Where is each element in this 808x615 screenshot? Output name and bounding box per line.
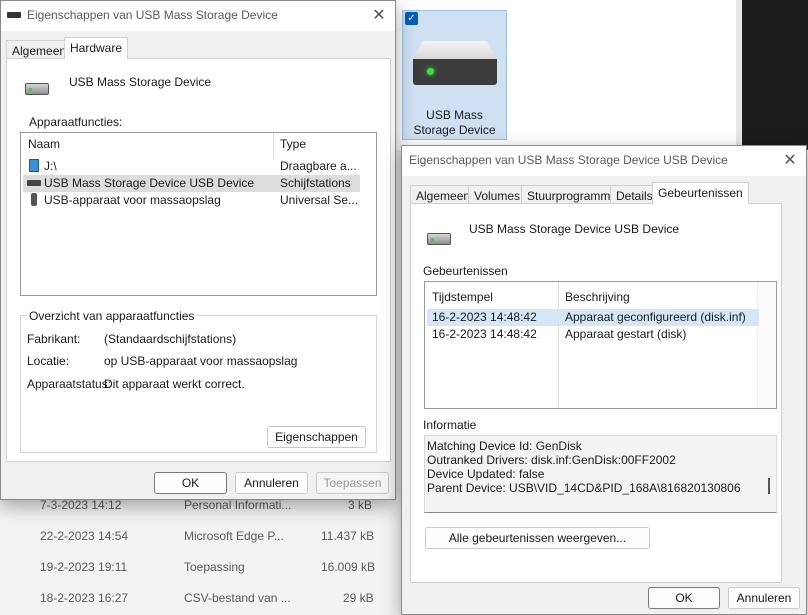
file-type: Toepassing [184,560,245,574]
file-date: 19-2-2023 19:11 [40,560,128,574]
file-row[interactable]: 19-2-2023 19:11 Toepassing 16.009 kB [0,552,396,582]
title-bar[interactable]: Eigenschappen van USB Mass Storage Devic… [402,146,806,176]
event-description: Apparaat gestart (disk) [565,327,687,341]
device-name: USB Mass Storage Device USB Device [469,222,680,236]
properties-dialog-usb-device: Eigenschappen van USB Mass Storage Devic… [401,145,807,615]
info-scrollbar-thumb[interactable] [768,478,770,494]
properties-button[interactable]: Eigenschappen [267,426,366,448]
event-row-selected[interactable]: 16-2-2023 14:48:42 Apparaat geconfiguree… [427,309,759,326]
functions-list[interactable]: Naam Type J:\ Draagbare a... USB Mass St… [20,132,377,296]
row-name: J:\ [44,159,57,173]
status-value: Dit apparaat werkt correct. [104,377,245,391]
event-row[interactable]: 16-2-2023 14:48:42 Apparaat gestart (dis… [427,326,759,343]
list-item[interactable]: USB-apparaat voor massaopslag Universal … [23,192,360,209]
location-label: Locatie: [27,354,70,368]
events-label: Gebeurtenissen [423,264,508,278]
device-icon [7,12,21,18]
window-title: Eigenschappen van USB Mass Storage Devic… [409,153,728,167]
info-line: Parent Device: USB\VID_14CD&PID_168A\816… [427,481,741,495]
cancel-button[interactable]: Annuleren [235,472,308,494]
file-row[interactable]: 18-2-2023 16:27 CSV-bestand van ... 29 k… [0,583,396,613]
usb-icon [31,193,37,206]
tab-hardware[interactable]: Hardware [64,37,129,59]
tab-page-events: USB Mass Storage Device USB Device Gebeu… [410,203,782,583]
drive-icon [413,41,497,85]
info-line: Device Updated: false [427,467,545,481]
show-all-events-button[interactable]: Alle gebeurtenissen weergeven... [425,527,650,549]
information-textbox[interactable]: Matching Device Id: GenDisk Outranked Dr… [424,435,777,513]
close-icon[interactable]: ✕ [369,6,389,26]
tab-page-hardware: USB Mass Storage Device Apparaatfuncties… [6,58,391,462]
information-label: Informatie [423,418,477,432]
close-icon[interactable]: ✕ [780,151,800,171]
cancel-button[interactable]: Annuleren [728,587,800,609]
tile-label: USB Mass Storage Device [413,108,496,137]
column-header-description[interactable]: Beschrijving [565,290,630,304]
row-type: Draagbare a... [280,159,357,173]
row-type: Universal Se... [280,193,359,207]
column-header-time[interactable]: Tijdstempel [432,290,493,304]
ok-button[interactable]: OK [648,587,720,609]
file-size: 16.009 kB [321,560,376,574]
tab-stuurprogramma[interactable]: Stuurprogramma [521,185,624,205]
row-type: Schijfstations [280,176,351,190]
drive-letter-icon [29,159,39,172]
disk-drive-icon [27,180,41,186]
file-type: Personal Informati... [184,498,292,512]
file-type: Microsoft Edge P... [184,529,284,543]
file-type: CSV-bestand van ... [184,591,291,605]
events-scrollbar[interactable] [757,282,776,408]
tab-gebeurtenissen[interactable]: Gebeurtenissen [652,182,749,204]
tab-volumes[interactable]: Volumes [468,185,527,205]
event-description: Apparaat geconfigureerd (disk.inf) [565,310,746,324]
apply-button[interactable]: Toepassen [316,472,389,494]
overview-label: Overzicht van apparaatfuncties [27,309,197,323]
storage-device-icon [25,83,49,95]
status-label: Apparaatstatus: [27,377,112,391]
functions-label: Apparaatfuncties: [29,115,123,129]
info-line: Outranked Drivers: disk.inf:GenDisk:00FF… [427,453,676,467]
tab-algemeen[interactable]: Algemeen [6,40,73,60]
file-row[interactable]: 22-2-2023 14:54 Microsoft Edge P... 11.4… [0,521,396,551]
column-divider[interactable] [273,133,274,158]
column-divider[interactable] [558,282,559,408]
file-date: 22-2-2023 14:54 [40,529,129,543]
file-size: 29 kB [343,591,374,605]
ok-button[interactable]: OK [154,472,227,494]
file-size: 3 kB [348,498,373,512]
location-value: op USB-apparaat voor massaopslag [104,354,298,368]
storage-device-icon [427,233,451,245]
file-date: 18-2-2023 16:27 [40,591,129,605]
events-list[interactable]: Tijdstempel Beschrijving 16-2-2023 14:48… [424,281,777,409]
column-header-name[interactable]: Naam [28,137,60,151]
list-item[interactable]: J:\ Draagbare a... [23,158,360,175]
file-date: 7-3-2023 14:12 [40,498,122,512]
tab-algemeen[interactable]: Algemeen [410,185,477,205]
info-line: Matching Device Id: GenDisk [427,439,582,453]
manufacturer-value: (Standaardschijfstations) [104,332,237,346]
list-item-selected[interactable]: USB Mass Storage Device USB Device Schij… [23,175,360,192]
device-name: USB Mass Storage Device [69,75,212,89]
row-name: USB Mass Storage Device USB Device [44,176,255,190]
properties-dialog-usb-storage: Eigenschappen van USB Mass Storage Devic… [0,0,396,500]
manufacturer-label: Fabrikant: [27,332,81,346]
event-time: 16-2-2023 14:48:42 [432,310,537,324]
window-title: Eigenschappen van USB Mass Storage Devic… [27,8,278,22]
event-time: 16-2-2023 14:48:42 [432,327,537,341]
column-header-type[interactable]: Type [280,137,306,151]
dark-side-panel [742,0,808,150]
row-name: USB-apparaat voor massaopslag [44,193,221,207]
title-bar[interactable]: Eigenschappen van USB Mass Storage Devic… [1,1,395,31]
tile-checkbox[interactable]: ✓ [405,12,418,25]
file-size: 11.437 kB [321,529,375,543]
